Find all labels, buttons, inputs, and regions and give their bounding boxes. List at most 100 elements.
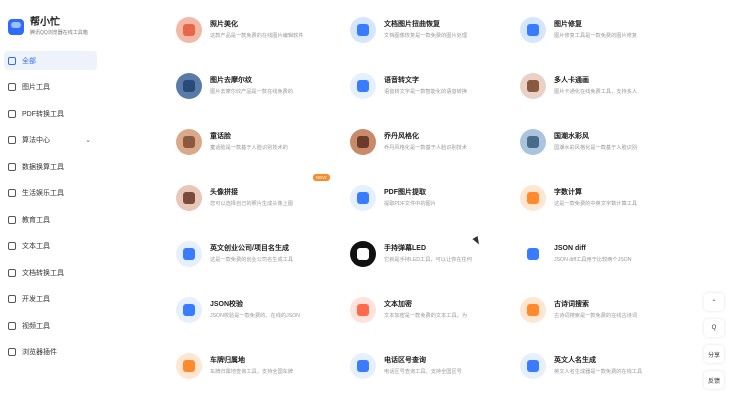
qq-button[interactable]: Q: [704, 319, 724, 337]
back-to-top-button[interactable]: ⌃: [704, 293, 724, 311]
feedback-button[interactable]: 反馈: [704, 371, 724, 389]
tool-text: JSON校验 JSON校验是一款免费的、在线的JSON: [210, 300, 320, 320]
sidebar-item-label: 数据换算工具: [22, 163, 64, 171]
tool-card[interactable]: 手持弹幕LED 它就是手持LED工具，可以让你在任何: [350, 234, 510, 274]
tool-icon: [176, 185, 202, 211]
tool-description: 英文人名生成器是一款免费的在线工具: [554, 369, 643, 375]
tool-text: 头像拼接 您可以选择自己的照片生成头像上图: [210, 188, 320, 208]
sidebar-item[interactable]: 文档转换工具: [4, 263, 97, 282]
tool-title: 古诗词搜索: [554, 301, 589, 308]
sidebar-item[interactable]: 文本工具: [4, 237, 97, 256]
sidebar-item[interactable]: 图片工具: [4, 78, 97, 97]
tool-title: 图片去摩尔纹: [210, 77, 252, 84]
sidebar-item[interactable]: 开发工具: [4, 290, 97, 309]
category-icon: [8, 348, 16, 356]
tool-glyph-icon: [357, 192, 369, 204]
tool-title: JSON diff: [554, 245, 586, 252]
tool-description: 古诗词搜索是一款免费的在线古诗词: [554, 313, 638, 319]
sidebar-item[interactable]: 视频工具: [4, 316, 97, 335]
tool-glyph-icon: [183, 304, 195, 316]
sidebar-item-label: 文档转换工具: [22, 269, 64, 277]
sidebar-item-label: 全部: [22, 57, 36, 65]
tool-description: 您可以选择自己的照片生成头像上图: [210, 201, 294, 207]
tool-icon: [176, 241, 202, 267]
sidebar-item[interactable]: 算法中心 ⌄: [4, 131, 97, 150]
sidebar: 帮小忙 腾讯QQ浏览器在线工具箱 全部图片工具 PDF转换工具 算法中心 ⌄ 数据换算工…: [0, 0, 100, 402]
tool-card[interactable]: 童话脸 童话脸是一款基于人脸识别技术的: [176, 122, 336, 162]
app-subtitle: 腾讯QQ浏览器在线工具箱: [30, 30, 88, 36]
tool-card[interactable]: 照片美化 这款产品是一款免费的在线图片编辑软件: [176, 10, 336, 50]
tool-text: 语音转文字 语音转文字是一款智能化的语音转换: [384, 76, 494, 96]
tool-text: 图片修复图片修复工具是一款免费的图片修复: [554, 20, 664, 40]
tool-icon: [176, 129, 202, 155]
tool-card[interactable]: 图片修复图片修复工具是一款免费的图片修复: [520, 10, 680, 50]
tool-card[interactable]: 国潮水彩风 国潮水彩风格化是一款基于人脸识别: [520, 122, 680, 162]
sidebar-item[interactable]: 教育工具: [4, 210, 97, 229]
sidebar-item[interactable]: 全部: [4, 51, 97, 70]
tool-card[interactable]: 语音转文字 语音转文字是一款智能化的语音转换: [350, 66, 510, 106]
tool-text: 童话脸 童话脸是一款基于人脸识别技术的: [210, 132, 320, 152]
tool-text: 英文人名生成 英文人名生成器是一款免费的在线工具: [554, 356, 664, 376]
tool-glyph-icon: [357, 248, 369, 260]
tool-card[interactable]: JSON校验 JSON校验是一款免费的、在线的JSON: [176, 290, 336, 330]
tool-description: 国潮水彩风格化是一款基于人脸识别: [554, 145, 638, 151]
tool-card[interactable]: 图片去摩尔纹 图片去摩尔纹产品是一款在线免费的: [176, 66, 336, 106]
tool-card[interactable]: 英文人名生成 英文人名生成器是一款免费的在线工具: [520, 346, 680, 386]
category-icon: [8, 109, 16, 118]
tool-title: 电话区号查询: [384, 357, 426, 364]
category-icon: [8, 295, 16, 303]
tool-text: 照片美化 这款产品是一款免费的在线图片编辑软件: [210, 20, 320, 40]
tool-icon: [350, 297, 376, 323]
tool-title: 图片修复: [554, 21, 582, 28]
tool-card[interactable]: 乔丹风格化 乔丹风格化是一款基于人脸识别技术: [350, 122, 510, 162]
tool-text: 图片去摩尔纹 图片去摩尔纹产品是一款在线免费的: [210, 76, 320, 96]
tool-description: 这是一款免费的中英文字数计算工具: [554, 201, 638, 207]
tool-glyph-icon: [527, 136, 539, 148]
category-icon: [8, 162, 16, 171]
tool-text: 字数计算 这是一款免费的中英文字数计算工具: [554, 188, 664, 208]
tool-card[interactable]: PDF图片提取 提取PDF文件中的图片: [350, 178, 510, 218]
tool-card[interactable]: 头像拼接 您可以选择自己的照片生成头像上图 NEW: [176, 174, 336, 218]
tool-text: 多人卡通画 图片卡通化在线免费工具，支持多人: [554, 76, 664, 96]
sidebar-item-label: PDF转换工具: [22, 110, 64, 118]
tool-text: 英文创业公司/项目名生成 这是一款免费的创业公司名生成工具: [210, 244, 320, 264]
tool-text: 电话区号查询 电话区号查询工具，支持全国区号: [384, 356, 494, 376]
chevron-down-icon[interactable]: ⌄: [85, 136, 91, 144]
share-button[interactable]: 分享: [704, 345, 724, 363]
sidebar-item-label: 算法中心: [22, 137, 50, 144]
tool-description: JSON diff工具用于比较两个JSON: [554, 257, 632, 263]
tool-icon: [520, 129, 546, 155]
feedback-label: 反馈: [707, 378, 720, 385]
sidebar-item-label: 开发工具: [22, 296, 50, 303]
brand[interactable]: 帮小忙 腾讯QQ浏览器在线工具箱: [8, 17, 88, 37]
tool-card[interactable]: 英文创业公司/项目名生成 这是一款免费的创业公司名生成工具: [176, 234, 336, 274]
tool-icon: [520, 297, 546, 323]
tool-card[interactable]: 文档图片扭曲恢复 文档图像恢复是一款免费的图片处理: [350, 10, 510, 50]
tool-icon: [176, 17, 202, 43]
tool-card[interactable]: 字数计算 这是一款免费的中英文字数计算工具: [520, 178, 680, 218]
tool-description: 图片卡通化在线免费工具，支持多人: [554, 89, 638, 95]
sidebar-item[interactable]: 浏览器插件: [4, 343, 97, 362]
sidebar-item[interactable]: PDF转换工具: [4, 104, 97, 123]
tool-glyph-icon: [527, 360, 539, 372]
tool-description: 这款产品是一款免费的在线图片编辑软件: [210, 33, 304, 39]
tool-description: JSON校验是一款免费的、在线的JSON: [210, 313, 300, 319]
tool-card[interactable]: 文本加密 文本加密是一款免费的文本工具，为: [350, 290, 510, 330]
sidebar-item[interactable]: 数据换算工具: [4, 157, 97, 176]
tool-card[interactable]: 多人卡通画 图片卡通化在线免费工具，支持多人: [520, 66, 680, 106]
tool-title: 手持弹幕LED: [384, 245, 426, 252]
tool-description: 语音转文字是一款智能化的语音转换: [384, 89, 468, 95]
tool-card[interactable]: JSON diff JSON diff工具用于比较两个JSON: [520, 234, 680, 274]
qq-icon: Q: [711, 325, 717, 331]
sidebar-item-label: 教育工具: [22, 216, 50, 224]
tool-icon: [350, 73, 376, 99]
tool-text: 车牌归属地 车牌归属地查询工具，支持全国车牌: [210, 356, 320, 376]
category-icon: [8, 321, 16, 330]
tool-description: 图片修复工具是一款免费的图片修复: [554, 33, 638, 39]
tool-card[interactable]: 电话区号查询 电话区号查询工具，支持全国区号: [350, 346, 510, 386]
app-window: 帮小忙 腾讯QQ浏览器在线工具箱 全部图片工具 PDF转换工具 算法中心 ⌄ 数据换算工…: [0, 0, 740, 402]
tool-card[interactable]: 车牌归属地 车牌归属地查询工具，支持全国车牌: [176, 346, 336, 386]
tool-card[interactable]: 古诗词搜索古诗词搜索是一款免费的在线古诗词: [520, 290, 680, 330]
sidebar-item[interactable]: 生活娱乐工具: [4, 184, 97, 203]
tool-text: 文本加密 文本加密是一款免费的文本工具，为: [384, 300, 494, 320]
